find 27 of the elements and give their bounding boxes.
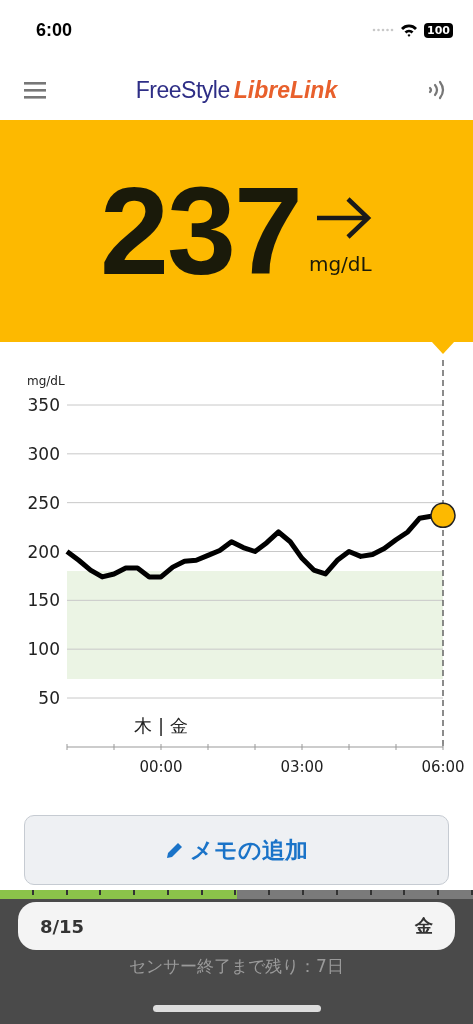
wifi-icon	[400, 23, 419, 37]
axis-unit-label: mg/dL	[27, 374, 65, 388]
unit-label: mg/dL	[308, 252, 372, 276]
y-tick-label: 150	[27, 590, 60, 611]
y-tick-label: 300	[27, 443, 60, 464]
date-label: 8/15	[40, 915, 85, 937]
day-label: 木 | 金	[134, 715, 188, 736]
glucose-value: 237	[100, 161, 301, 302]
x-tick-label: 06:00	[421, 758, 465, 776]
add-note-button[interactable]: メモの追加	[24, 815, 449, 885]
y-tick-label: 200	[27, 541, 60, 562]
y-tick-label: 250	[27, 492, 60, 513]
y-tick-label: 100	[27, 639, 60, 660]
y-tick-label: 350	[27, 395, 60, 415]
logo-text: FreeStyle	[135, 76, 230, 104]
current-reading-dot	[430, 502, 456, 529]
x-tick-label: 03:00	[280, 758, 324, 776]
signal-icon	[372, 28, 395, 32]
logo-text-accent: LibreLink	[233, 76, 338, 104]
menu-icon[interactable]	[24, 81, 46, 99]
weekday-label: 金	[415, 914, 433, 938]
x-tick-label: 00:00	[139, 758, 183, 776]
sensor-remaining-text: センサー終了まで残り：7日	[129, 955, 344, 978]
status-time: 6:00	[36, 19, 73, 41]
y-tick-label: 50	[38, 688, 60, 708]
pencil-icon	[165, 841, 184, 859]
battery-level: 100	[424, 22, 453, 38]
